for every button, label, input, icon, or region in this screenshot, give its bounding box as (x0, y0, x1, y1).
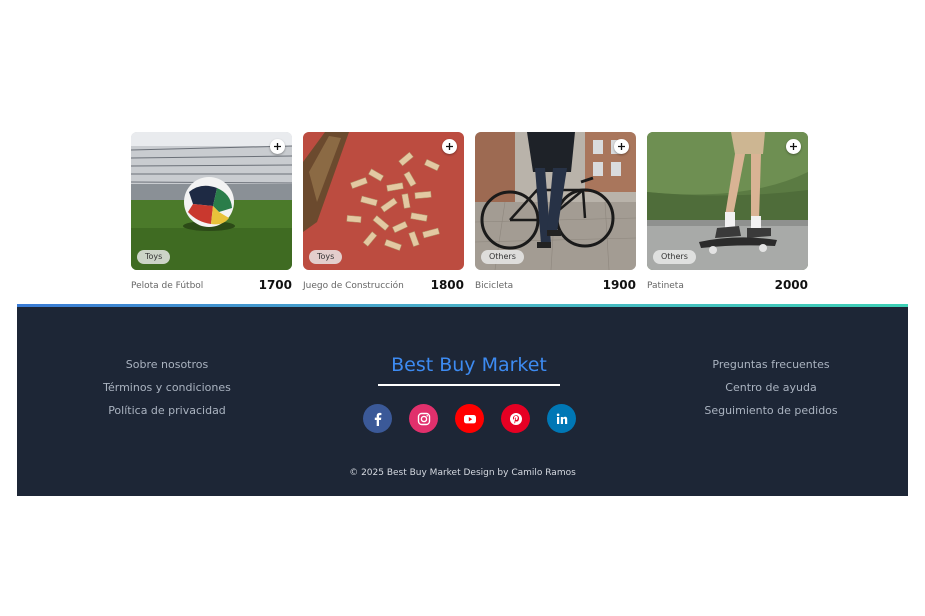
footer-link-terms[interactable]: Términos y condiciones (103, 379, 231, 396)
add-to-cart-button[interactable] (614, 139, 629, 154)
add-to-cart-button[interactable] (270, 139, 285, 154)
social-links (363, 404, 576, 433)
product-card[interactable]: Others Patineta 2000 (647, 132, 808, 298)
product-price: 1800 (430, 278, 464, 292)
footer-links-left: Sobre nosotros Términos y condiciones Po… (77, 356, 257, 419)
pinterest-icon[interactable] (501, 404, 530, 433)
linkedin-icon[interactable] (547, 404, 576, 433)
footer-brand: Best Buy Market (378, 352, 560, 386)
add-to-cart-button[interactable] (786, 139, 801, 154)
plus-icon (618, 143, 625, 150)
facebook-icon[interactable] (363, 404, 392, 433)
plus-icon (446, 143, 453, 150)
product-card[interactable]: Others Bicicleta 1900 (475, 132, 636, 298)
product-name: Bicicleta (475, 281, 514, 291)
add-to-cart-button[interactable] (442, 139, 457, 154)
product-price: 1700 (258, 278, 292, 292)
product-name: Patineta (647, 281, 684, 291)
instagram-icon[interactable] (409, 404, 438, 433)
plus-icon (274, 143, 281, 150)
product-price: 2000 (774, 278, 808, 292)
copyright-text: © 2025 Best Buy Market Design by Camilo … (349, 468, 576, 478)
product-name: Juego de Construcción (303, 281, 404, 291)
product-grid: Toys Pelota de Fútbol 1700 Toys Juego de… (131, 132, 811, 302)
brand-title[interactable]: Best Buy Market (378, 352, 560, 386)
category-badge: Others (653, 250, 696, 264)
product-image[interactable]: Toys (303, 132, 464, 270)
product-name: Pelota de Fútbol (131, 281, 204, 291)
product-card[interactable]: Toys Pelota de Fútbol 1700 (131, 132, 292, 298)
youtube-icon[interactable] (455, 404, 484, 433)
footer-link-privacy[interactable]: Política de privacidad (108, 402, 226, 419)
footer-link-faq[interactable]: Preguntas frecuentes (712, 356, 829, 373)
footer-links-right: Preguntas frecuentes Centro de ayuda Seg… (677, 356, 865, 419)
product-image[interactable]: Toys (131, 132, 292, 270)
product-price: 1900 (602, 278, 636, 292)
category-badge: Toys (137, 250, 171, 264)
product-card[interactable]: Toys Juego de Construcción 1800 (303, 132, 464, 298)
footer-link-help-center[interactable]: Centro de ayuda (725, 379, 816, 396)
product-image[interactable]: Others (647, 132, 808, 270)
product-image[interactable]: Others (475, 132, 636, 270)
site-footer: Sobre nosotros Términos y condiciones Po… (17, 304, 908, 496)
plus-icon (790, 143, 797, 150)
footer-link-order-tracking[interactable]: Seguimiento de pedidos (704, 402, 837, 419)
footer-link-about[interactable]: Sobre nosotros (126, 356, 208, 373)
category-badge: Toys (309, 250, 343, 264)
category-badge: Others (481, 250, 524, 264)
